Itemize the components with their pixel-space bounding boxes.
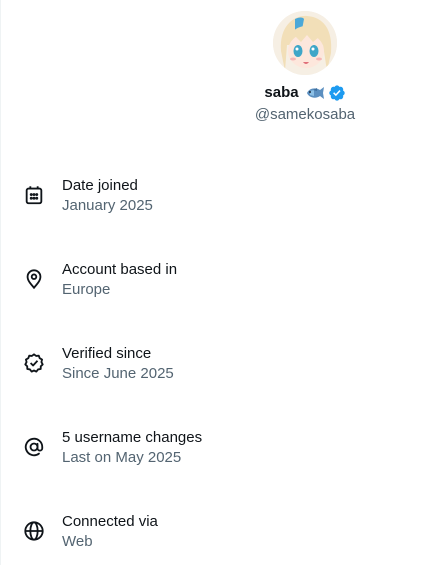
detail-value: Web [62,533,93,550]
detail-title: 5 username changes [62,429,203,446]
globe-icon [23,520,45,542]
avatar[interactable] [273,11,337,75]
detail-value: Europe [62,281,111,298]
detail-title: Date joined [62,177,138,194]
detail-row-verified-since: Verified since Since June 2025 [1,336,443,420]
calendar-icon [23,184,45,206]
fish-icon [305,85,325,101]
detail-title: Account based in [62,261,178,278]
detail-title: Verified since [62,345,152,362]
detail-row-connected-via: Connected via Web [1,504,443,565]
detail-value: Last on May 2025 [62,449,182,466]
about-account-panel: saba @samekosaba Date joined January 202… [0,0,443,565]
detail-value: January 2025 [62,197,153,214]
detail-row-username-changes: 5 username changes Last on May 2025 [1,420,443,504]
detail-row-account-location: Account based in Europe [1,252,443,336]
location-pin-icon [23,268,45,290]
verified-badge-icon[interactable] [328,84,346,102]
detail-row-date-joined: Date joined January 2025 [1,168,443,252]
profile-header: saba @samekosaba [1,0,443,130]
username-handle: @samekosaba [254,106,356,123]
detail-title: Connected via [62,513,158,530]
display-name-row: saba [1,84,443,102]
at-sign-icon [23,436,45,458]
verified-check-icon [23,352,45,374]
display-name: saba [264,84,299,101]
account-details-list: Date joined January 2025 Account based i… [1,168,443,565]
detail-value: Since June 2025 [62,365,174,382]
